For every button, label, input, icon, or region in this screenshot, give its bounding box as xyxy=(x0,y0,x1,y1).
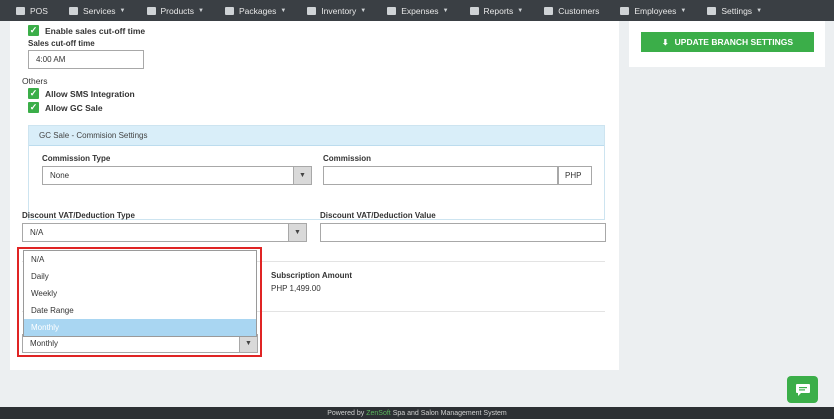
products-icon xyxy=(146,6,156,15)
vat-type-value: N/A xyxy=(30,228,44,237)
commission-type-label: Commission Type xyxy=(42,154,111,163)
expenses-icon xyxy=(387,6,397,15)
vat-value-label: Discount VAT/Deduction Value xyxy=(320,211,436,220)
gc-commission-settings: GC Sale - Commision Settings Commission … xyxy=(28,125,605,220)
nav-item-expenses[interactable]: Expenses ▼ xyxy=(387,6,449,16)
highlight-box xyxy=(17,247,262,357)
update-branch-settings-button[interactable]: ⬇ UPDATE BRANCH SETTINGS xyxy=(641,32,814,52)
chevron-down-icon: ▼ xyxy=(280,7,287,14)
footer-prefix: Powered by xyxy=(327,409,365,417)
chevron-down-icon: ▼ xyxy=(442,7,449,14)
inventory-icon xyxy=(307,6,317,15)
subscription-amount-value: PHP 1,499.00 xyxy=(271,284,321,293)
chevron-down-icon: ▼ xyxy=(198,7,204,14)
commission-type-select[interactable]: None ▼ xyxy=(42,166,312,185)
subscription-amount-label: Subscription Amount xyxy=(271,271,353,280)
chat-button[interactable] xyxy=(787,376,818,403)
nav-item-pos[interactable]: POS xyxy=(16,6,48,16)
nav-item-packages[interactable]: Packages ▼ xyxy=(225,6,286,16)
vat-type-select[interactable]: N/A ▼ xyxy=(22,223,307,242)
customers-icon xyxy=(544,6,554,15)
nav-item-inventory[interactable]: Inventory ▼ xyxy=(307,6,366,16)
footer-brand-link[interactable]: ZenSoft xyxy=(366,410,391,417)
footer-suffix: Spa and Salon Management System xyxy=(392,409,507,417)
commission-unit-addon: PHP xyxy=(558,166,592,185)
nav-item-services[interactable]: Services ▼ xyxy=(68,6,126,16)
vat-type-label: Discount VAT/Deduction Type xyxy=(22,211,135,220)
commission-label: Commission xyxy=(323,154,372,163)
chat-icon xyxy=(795,383,810,396)
chevron-down-icon: ▼ xyxy=(680,7,687,14)
gc-commission-header: GC Sale - Commision Settings xyxy=(29,126,604,146)
update-button-label: UPDATE BRANCH SETTINGS xyxy=(674,37,794,47)
download-icon: ⬇ xyxy=(661,37,669,47)
allow-sms-label: Allow SMS Integration xyxy=(45,89,135,99)
reports-icon xyxy=(469,6,479,15)
top-navbar: POS Services ▼ Products ▼ Packages ▼ Invent… xyxy=(0,0,834,21)
services-icon xyxy=(68,6,78,15)
side-panel: ⬇ UPDATE BRANCH SETTINGS xyxy=(629,21,825,67)
enable-cutoff-checkbox[interactable]: ✓ xyxy=(28,25,39,36)
cutoff-time-label: Sales cut-off time xyxy=(28,39,95,48)
packages-icon xyxy=(225,6,234,15)
chevron-down-icon: ▼ xyxy=(360,7,367,14)
nav-item-reports[interactable]: Reports ▼ xyxy=(469,6,524,16)
footer: Powered by ZenSoft Spa and Salon Managem… xyxy=(0,407,834,419)
allow-gc-checkbox[interactable]: ✓ xyxy=(28,102,39,113)
nav-item-customers[interactable]: Customers xyxy=(544,6,599,16)
settings-icon xyxy=(707,6,717,15)
chevron-down-icon: ▼ xyxy=(756,7,763,14)
chevron-down-icon: ▼ xyxy=(119,7,126,14)
vat-value-input[interactable] xyxy=(320,223,606,242)
nav-item-employees[interactable]: Employees ▼ xyxy=(620,6,686,16)
dropdown-arrow-icon: ▼ xyxy=(288,224,306,241)
enable-cutoff-label: Enable sales cut-off time xyxy=(45,26,146,36)
dropdown-arrow-icon: ▼ xyxy=(293,167,311,184)
commission-input[interactable] xyxy=(323,166,558,185)
cutoff-time-input[interactable]: 4:00 AM xyxy=(28,50,144,69)
nav-item-products[interactable]: Products ▼ xyxy=(146,6,204,16)
employees-icon xyxy=(620,6,630,15)
others-label: Others xyxy=(22,76,48,86)
allow-sms-checkbox[interactable]: ✓ xyxy=(28,88,39,99)
commission-type-value: None xyxy=(50,171,70,180)
pos-icon xyxy=(16,6,25,15)
nav-item-settings[interactable]: Settings ▼ xyxy=(707,6,762,16)
chevron-down-icon: ▼ xyxy=(517,7,524,14)
allow-gc-label: Allow GC Sale xyxy=(45,103,103,113)
